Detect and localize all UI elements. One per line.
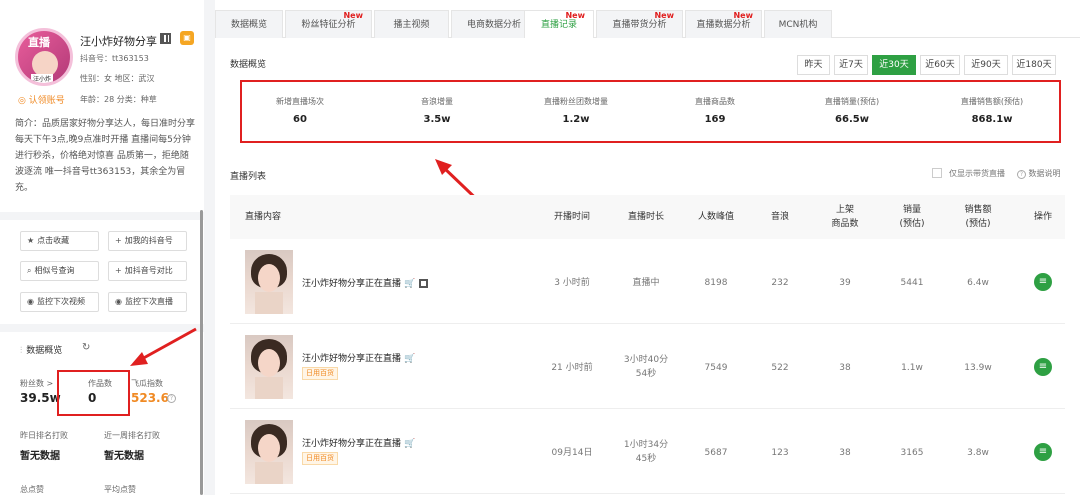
- new-badge: New: [733, 11, 753, 20]
- plus-icon: +: [115, 266, 122, 275]
- add-my-account-button[interactable]: + 加我的抖音号: [108, 231, 187, 251]
- range-yesterday[interactable]: 昨天: [797, 55, 830, 75]
- data-explain-link[interactable]: ? 数据说明: [1017, 168, 1061, 179]
- tab-live-records[interactable]: 直播记录 New: [524, 10, 594, 38]
- live-title[interactable]: 汪小炸好物分享正在直播 🛒: [302, 351, 415, 364]
- highlight-box-works: [57, 370, 130, 416]
- tab-live-goods[interactable]: 直播带货分析 New: [596, 10, 683, 38]
- monitor-video-button[interactable]: ◉ 监控下次视频: [20, 292, 99, 312]
- col-sound[interactable]: 音浪: [750, 210, 810, 224]
- cart-icon: 🛒: [404, 354, 416, 364]
- help-icon: ?: [1017, 170, 1026, 179]
- col-revenue[interactable]: 销售额 (预估): [948, 203, 1008, 231]
- similar-search-button[interactable]: ⌕ 相似号查询: [20, 261, 99, 281]
- col-peak[interactable]: 人数峰值: [686, 210, 746, 224]
- eye-icon: ◉: [115, 297, 122, 306]
- col-content: 直播内容: [245, 212, 282, 222]
- live-thumbnail[interactable]: [245, 420, 293, 484]
- new-badge: New: [565, 11, 585, 20]
- only-goods-checkbox[interactable]: [932, 168, 942, 178]
- help-icon[interactable]: ?: [167, 394, 176, 403]
- age-category: 年龄：28 分类：种草: [80, 95, 157, 104]
- table-row[interactable]: 汪小炸好物分享正在直播 🛒 3 小时前 直播中 8198 232 39 5441 …: [230, 240, 1065, 324]
- cart-icon: 🛒: [404, 279, 416, 289]
- detail-list-icon[interactable]: ≡: [1034, 443, 1052, 461]
- monitor-live-button[interactable]: ◉ 监控下次直播: [108, 292, 187, 312]
- tab-live-data[interactable]: 直播数据分析 New: [685, 10, 762, 38]
- gender-region: 性别：女 地区：武汉: [80, 74, 155, 83]
- avatar-live-tag: 直播: [28, 36, 50, 49]
- favorite-button[interactable]: ★ 点击收藏: [20, 231, 99, 251]
- live-title[interactable]: 汪小炸好物分享正在直播 🛒: [302, 436, 415, 449]
- main-panel: 数据概览 粉丝特征分析 New 播主视频 电商数据分析 直播记录 New 直播带货分…: [215, 0, 1080, 495]
- range-180d[interactable]: 近180天: [1012, 55, 1056, 75]
- tab-mcn[interactable]: MCN机构: [764, 10, 832, 38]
- live-title[interactable]: 汪小炸好物分享正在直播 🛒: [302, 276, 429, 289]
- avatar-sub-text: 汪小炸: [31, 74, 54, 83]
- sidebar-scrollbar[interactable]: [200, 210, 203, 495]
- category-tag: 日用百货: [302, 452, 338, 465]
- live-list-title: 直播列表: [230, 172, 267, 182]
- col-start-time[interactable]: 开播时间: [542, 210, 602, 224]
- highlight-box-metrics: [240, 80, 1061, 143]
- chart-icon: ⫶: [20, 346, 23, 356]
- profile-intro: 简介：品质居家好物分享达人，每日准时分享 每天下午3点,晚9点准时开播 直播间每…: [15, 119, 196, 193]
- divider: [0, 212, 204, 220]
- data-overview-title: ⫶ 数据概览: [20, 346, 63, 356]
- plus-icon: +: [115, 236, 122, 245]
- add-compare-button[interactable]: + 加抖音号对比: [108, 261, 187, 281]
- col-action: 操作: [1033, 212, 1052, 222]
- search-icon: ⌕: [27, 266, 32, 275]
- qrcode-icon[interactable]: [419, 279, 429, 288]
- table-row[interactable]: 汪小炸好物分享正在直播 🛒 日用百货 21 小时前 3小时40分 54秒 7549…: [230, 325, 1065, 409]
- col-duration[interactable]: 直播时长: [616, 210, 676, 224]
- tab-fans-analysis[interactable]: 粉丝特征分析 New: [285, 10, 372, 38]
- briefcase-icon[interactable]: ▣: [180, 31, 194, 45]
- new-badge: New: [343, 11, 363, 20]
- profile-sidebar: 直播 汪小炸 汪小炸好物分享 ▣ 抖音号：tt363153 性别：女 地区：武汉…: [0, 0, 204, 495]
- claim-account-link[interactable]: ◎ 认领账号: [18, 93, 65, 106]
- range-7d[interactable]: 近7天: [834, 55, 868, 75]
- star-icon: ★: [27, 236, 35, 245]
- range-30d[interactable]: 近30天: [872, 55, 916, 75]
- range-90d[interactable]: 近90天: [964, 55, 1008, 75]
- avatar[interactable]: 直播 汪小炸: [15, 28, 73, 86]
- overview-title: 数据概览: [230, 60, 267, 70]
- account-id: 抖音号：tt363153: [80, 54, 149, 63]
- tab-data-overview[interactable]: 数据概览: [215, 10, 283, 38]
- table-header: 直播内容 开播时间 直播时长 人数峰值 音浪 上架 商品数 销量 (预估) 销售…: [230, 195, 1065, 239]
- only-goods-label: 仅显示带货直播: [949, 169, 1005, 178]
- profile-name: 汪小炸好物分享: [80, 35, 157, 48]
- refresh-icon[interactable]: ↻: [82, 342, 90, 353]
- detail-list-icon[interactable]: ≡: [1034, 358, 1052, 376]
- range-60d[interactable]: 近60天: [920, 55, 960, 75]
- cart-icon: 🛒: [404, 439, 416, 449]
- target-icon: ◎: [18, 96, 29, 106]
- annotation-arrow: [130, 327, 197, 366]
- detail-list-icon[interactable]: ≡: [1034, 273, 1052, 291]
- live-thumbnail[interactable]: [245, 335, 293, 399]
- table-row[interactable]: 汪小炸好物分享正在直播 🛒 日用百货 09月14日 1小时34分 45秒 5687…: [230, 410, 1065, 494]
- new-badge: New: [654, 11, 674, 20]
- category-tag: 日用百货: [302, 367, 338, 380]
- eye-icon: ◉: [27, 297, 34, 306]
- live-thumbnail[interactable]: [245, 250, 293, 314]
- qrcode-icon[interactable]: [160, 33, 171, 44]
- col-goods[interactable]: 上架 商品数: [815, 203, 875, 231]
- tab-creator-videos[interactable]: 播主视频: [374, 10, 449, 38]
- col-sales[interactable]: 销量 (预估): [882, 203, 942, 231]
- tab-bar: 数据概览 粉丝特征分析 New 播主视频 电商数据分析 直播记录 New 直播带货分…: [215, 10, 1080, 38]
